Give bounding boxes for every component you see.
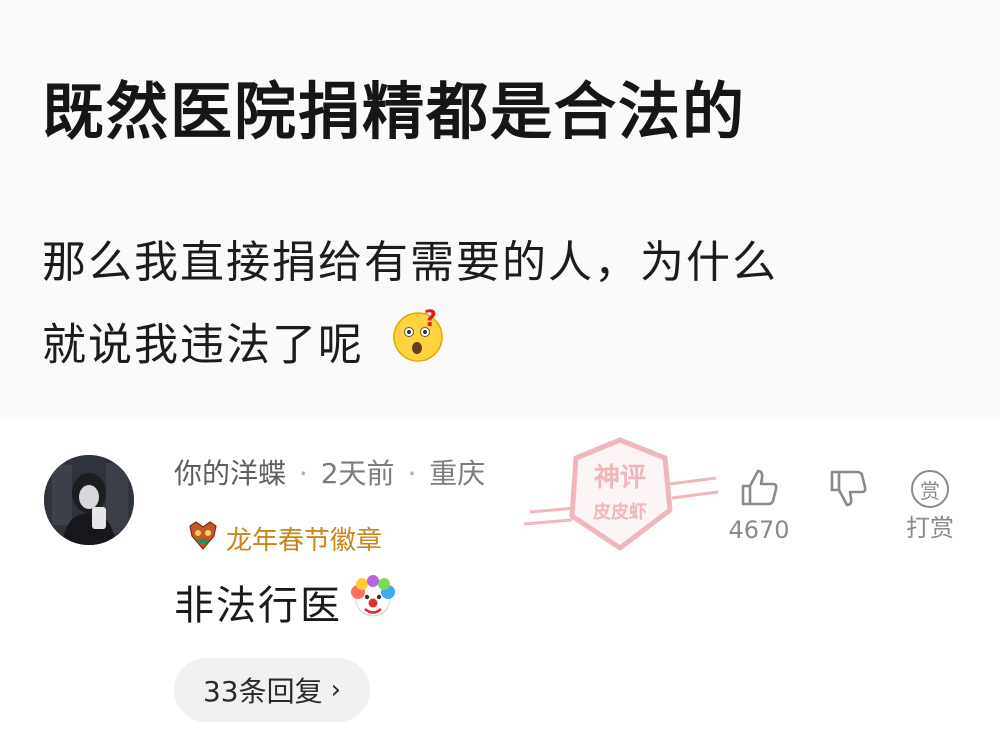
meta-separator: · xyxy=(298,457,308,490)
svg-text:?: ? xyxy=(424,307,439,332)
reward-icon: 赏 xyxy=(911,470,949,508)
like-count: 4670 xyxy=(728,516,790,544)
watermark-line2: 皮皮虾 xyxy=(593,501,647,523)
comment-time: 2天前 xyxy=(320,457,395,490)
thumbs-down-icon xyxy=(826,466,870,516)
comment-body: 非法行医 xyxy=(174,583,342,629)
user-badge[interactable]: 龙年春节徽章 xyxy=(186,518,382,559)
view-replies-button[interactable]: 33条回复 › xyxy=(174,658,370,722)
chevron-right-icon: › xyxy=(330,675,342,705)
post-card: 既然医院捐精都是合法的 那么我直接捐给有需要的人，为什么 就说我违法了呢 ? xyxy=(0,0,1000,420)
post-body-line-2: 就说我违法了呢 ? xyxy=(42,304,942,391)
comment-location: 重庆 xyxy=(429,457,486,490)
comment-text: 非法行医 xyxy=(174,572,398,632)
dragon-badge-icon xyxy=(186,518,220,559)
comment-username[interactable]: 你的洋蝶 xyxy=(174,457,286,490)
post-body-text: 就说我违法了呢 xyxy=(42,319,364,371)
watermark-stamp: 神评 皮皮虾 xyxy=(520,420,720,570)
watermark-line1: 神评 xyxy=(594,463,646,493)
like-button[interactable]: 4670 xyxy=(722,466,796,544)
post-title: 既然医院捐精都是合法的 xyxy=(42,75,747,148)
clown-face-emoji-icon xyxy=(348,572,398,632)
reward-button[interactable]: 赏 打赏 xyxy=(894,470,966,543)
post-body: 那么我直接捐给有需要的人，为什么 就说我违法了呢 ? xyxy=(42,222,942,391)
confused-face-emoji-icon: ? xyxy=(388,304,448,391)
reward-label: 打赏 xyxy=(906,514,954,542)
post-body-line: 那么我直接捐给有需要的人，为什么 xyxy=(42,237,778,288)
dislike-button[interactable] xyxy=(818,466,878,516)
avatar[interactable] xyxy=(44,455,134,545)
meta-separator-2: · xyxy=(407,457,417,490)
thumbs-up-icon xyxy=(737,466,781,516)
badge-label: 龙年春节徽章 xyxy=(226,526,383,556)
comment-meta: 你的洋蝶 · 2天前 · 重庆 xyxy=(174,452,485,492)
replies-label: 33条回复 xyxy=(202,675,323,708)
